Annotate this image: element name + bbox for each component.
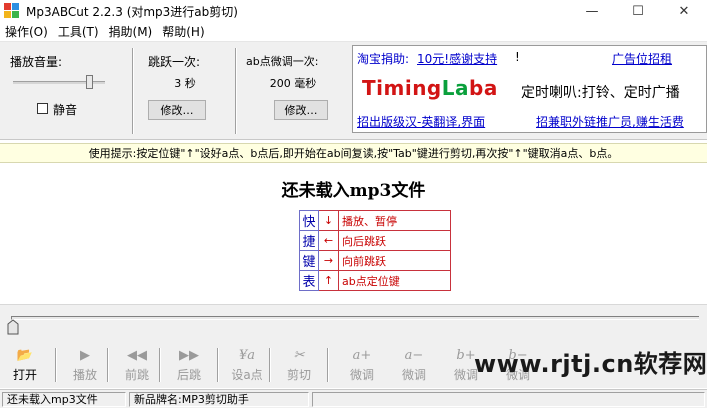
fast-forward-icon: ▶▶	[179, 347, 199, 363]
shortcut-arrow-icon: →	[318, 250, 339, 271]
fine-tune-a-minus-label: 微调	[401, 368, 426, 382]
volume-slider-thumb[interactable]	[86, 75, 94, 89]
status-file: 还未载入mp3文件	[2, 392, 126, 407]
panel-divider	[132, 48, 134, 134]
translation-ad-link[interactable]: 招出版级汉-英翻译,界面	[357, 113, 485, 130]
fine-tune-group: ab点微调一次: 200 毫秒 修改…	[238, 42, 348, 140]
toolbar-separator	[217, 348, 219, 382]
skip-forward-label: 后跳	[176, 368, 201, 382]
donate-suffix: !	[515, 50, 520, 64]
shortcut-char: 键	[299, 250, 319, 271]
toolbar-separator	[107, 348, 109, 382]
maximize-button[interactable]: ☐	[615, 0, 661, 22]
shortcut-arrow-icon: ←	[318, 230, 339, 251]
toolbar-separator	[159, 348, 161, 382]
shortcut-desc: 向后跳跃	[338, 230, 451, 251]
play-button[interactable]: ▶ 播放	[60, 346, 110, 386]
b-plus-icon: b+	[456, 347, 476, 363]
mute-checkbox[interactable]	[37, 103, 48, 114]
play-icon: ▶	[80, 347, 90, 363]
skip-label: 跳跃一次:	[148, 55, 201, 69]
play-label: 播放	[72, 368, 97, 382]
shortcut-char: 捷	[299, 230, 319, 251]
shortcut-char: 快	[299, 210, 319, 231]
load-status-title: 还未载入mp3文件	[281, 181, 426, 201]
cut-button[interactable]: ✂ 剪切	[274, 346, 324, 386]
skip-back-button[interactable]: ◀◀ 前跳	[112, 346, 162, 386]
volume-group: 播放音量: 静音	[0, 42, 132, 140]
app-icon	[4, 3, 20, 19]
open-label: 打开	[12, 368, 37, 382]
seek-thumb[interactable]	[7, 319, 19, 335]
shortcut-arrow-icon: ↓	[318, 210, 339, 231]
menu-help[interactable]: 帮助(H)	[157, 23, 209, 40]
window-title: Mp3ABCut 2.2.3 (对mp3进行ab剪切)	[26, 4, 238, 19]
a-minus-icon: a−	[404, 347, 424, 363]
set-a-point-button[interactable]: ¥a 设a点	[222, 346, 272, 386]
fine-tune-a-minus-button[interactable]: a− 微调	[389, 346, 439, 386]
site-watermark: www.rjtj.cn软荐网	[474, 350, 707, 378]
mute-label: 静音	[53, 103, 78, 117]
shortcut-row: 键 → 向前跳跃	[299, 250, 451, 271]
minimize-button[interactable]: —	[569, 0, 615, 22]
toolbar-separator	[327, 348, 329, 382]
fine-tune-value: 200 毫秒	[269, 77, 317, 90]
skip-value: 3 秒	[174, 77, 196, 90]
ad-panel: 淘宝捐助: 10元!感谢支持 ! 广告位招租 TimingLaba 定时喇叭:打…	[352, 45, 707, 133]
shortcut-desc: 向前跳跃	[338, 250, 451, 271]
volume-label: 播放音量:	[10, 55, 63, 69]
a-plus-icon: a+	[352, 347, 372, 363]
logo-segment: La	[441, 76, 469, 100]
rewind-icon: ◀◀	[127, 347, 147, 363]
shortcut-table: 快 ↓ 播放、暂停捷 ← 向后跳跃键 → 向前跳跃表 ↑ ab点定位键	[299, 210, 451, 291]
shortcut-row: 快 ↓ 播放、暂停	[299, 210, 451, 231]
seek-area	[0, 304, 707, 342]
skip-back-label: 前跳	[124, 368, 149, 382]
set-point-icon: ¥a	[238, 347, 256, 363]
status-bar: 还未载入mp3文件 新品牌名:MP3剪切助手	[0, 389, 707, 408]
skip-group: 跳跃一次: 3 秒 修改…	[136, 42, 234, 140]
shortcut-arrow-icon: ↑	[318, 270, 339, 291]
fine-tune-label: ab点微调一次:	[246, 55, 319, 68]
fine-tune-a-plus-button[interactable]: a+ 微调	[337, 346, 387, 386]
menu-bar: 操作(O) 工具(T) 捐助(M) 帮助(H)	[0, 22, 707, 42]
seek-bar[interactable]	[11, 316, 699, 320]
ad-slot-link[interactable]: 广告位招租	[612, 50, 672, 67]
usage-tip: 使用提示:按定位键"↑"设好a点、b点后,即开始在ab间复读,按"Tab"键进行…	[0, 143, 707, 163]
shortcut-char: 表	[299, 270, 319, 291]
folder-open-icon: 📂	[16, 347, 34, 363]
status-empty	[312, 392, 705, 407]
cut-label: 剪切	[286, 368, 311, 382]
donate-prefix: 淘宝捐助:	[357, 52, 410, 66]
shortcut-desc: 播放、暂停	[338, 210, 451, 231]
fine-tune-modify-button[interactable]: 修改…	[274, 100, 328, 120]
shortcut-row: 捷 ← 向后跳跃	[299, 230, 451, 251]
panel-divider	[235, 48, 237, 134]
menu-tools[interactable]: 工具(T)	[53, 23, 104, 40]
logo-segment: Timing	[362, 76, 442, 100]
shortcut-desc: ab点定位键	[338, 270, 451, 291]
toolbar-separator	[55, 348, 57, 382]
fine-tune-a-plus-label: 微调	[349, 368, 374, 382]
open-button[interactable]: 📂 打开	[0, 346, 50, 386]
skip-modify-button[interactable]: 修改…	[148, 100, 206, 120]
title-bar: Mp3ABCut 2.2.3 (对mp3进行ab剪切) — ☐ ✕	[0, 0, 707, 22]
menu-operate[interactable]: 操作(O)	[0, 23, 53, 40]
menu-donate[interactable]: 捐助(M)	[104, 23, 158, 40]
donate-link[interactable]: 10元!感谢支持	[417, 50, 497, 67]
logo-segment: ba	[469, 76, 498, 100]
skip-forward-button[interactable]: ▶▶ 后跳	[164, 346, 214, 386]
toolbar-separator	[269, 348, 271, 382]
recruit-ad-link[interactable]: 招兼职外链推广员,赚生活费	[536, 113, 684, 130]
set-a-point-label: 设a点	[231, 368, 263, 382]
scissors-icon: ✂	[293, 347, 305, 363]
close-button[interactable]: ✕	[661, 0, 707, 22]
shortcut-row: 表 ↑ ab点定位键	[299, 270, 451, 291]
timinglaba-tagline[interactable]: 定时喇叭:打铃、定时广播	[521, 82, 680, 102]
timinglaba-logo[interactable]: TimingLaba	[362, 76, 498, 100]
status-brand: 新品牌名:MP3剪切助手	[129, 392, 309, 407]
